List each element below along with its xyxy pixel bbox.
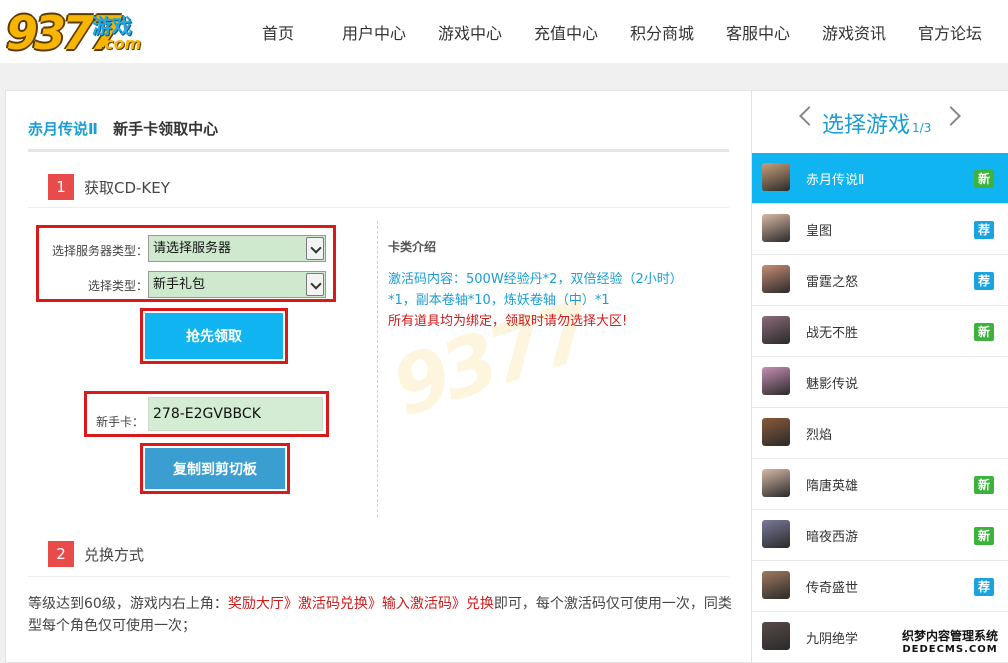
game-avatar — [762, 214, 790, 242]
chevron-down-icon — [306, 273, 324, 296]
card-key-field[interactable]: 278-E2GVBBCK — [148, 397, 323, 431]
new-badge: 新 — [974, 476, 994, 494]
sidebar-item-game[interactable]: 传奇盛世 荐 — [752, 561, 1008, 612]
game-name: 传奇盛世 — [806, 581, 859, 596]
game-avatar — [762, 418, 790, 446]
type-label: 选择类型： — [87, 279, 148, 293]
game-name: 烈焰 — [806, 428, 833, 443]
title-divider — [28, 149, 729, 152]
step-1-header: 1 获取CD-KEY — [48, 174, 170, 200]
site-logo[interactable]: 9377 游戏 .com — [6, 6, 156, 60]
corner-watermark: 织梦内容管理系统 DEDECMS.COM — [898, 627, 1002, 655]
page-subtitle: 新手卡领取中心 — [113, 120, 219, 138]
game-avatar — [762, 316, 790, 344]
game-avatar — [762, 622, 790, 650]
nav-recharge-center[interactable]: 充值中心 — [518, 20, 614, 44]
game-sidebar: 选择游戏 1/3 赤月传说Ⅱ 新皇图荐雷霆之怒荐战无不胜新魅影传说 烈焰 隋唐英雄新暗夜… — [752, 90, 1008, 663]
sidebar-header: 选择游戏 1/3 — [752, 91, 1008, 153]
sidebar-item-game[interactable]: 魅影传说 — [752, 357, 1008, 408]
sidebar-item-game[interactable]: 雷霆之怒 荐 — [752, 255, 1008, 306]
game-list: 赤月传说Ⅱ 新皇图荐雷霆之怒荐战无不胜新魅影传说 烈焰 隋唐英雄新暗夜西游新传奇盛世荐… — [752, 153, 1008, 663]
nav-user-center[interactable]: 用户中心 — [326, 20, 422, 44]
watermark-line: DEDECMS.COM — [902, 644, 998, 655]
step-title: 获取CD-KEY — [84, 178, 170, 197]
nav-game-center[interactable]: 游戏中心 — [422, 20, 518, 44]
game-name: 战无不胜 — [806, 326, 859, 341]
step-number: 1 — [48, 174, 74, 200]
game-name: 皇图 — [806, 224, 833, 239]
card-label: 新手卡： — [95, 415, 144, 429]
game-name: 雷霆之怒 — [806, 275, 859, 290]
sidebar-item-game[interactable]: 隋唐英雄 新 — [752, 459, 1008, 510]
intro-line: *1，副本卷轴*10，炼妖卷轴（中）*1 — [388, 293, 610, 308]
recommend-badge: 荐 — [974, 578, 994, 596]
server-select-value: 请选择服务器 — [153, 241, 232, 256]
claim-button[interactable]: 抢先领取 — [145, 313, 283, 359]
sidebar-page-indicator: 1/3 — [912, 121, 932, 135]
column-divider — [377, 221, 378, 517]
howto-prefix: 等级达到60级，游戏内右上角： — [28, 596, 228, 612]
page-title: 赤月传说Ⅱ 新手卡领取中心 — [28, 118, 218, 139]
chevron-right-icon[interactable] — [941, 106, 961, 126]
game-name: 魅影传说 — [806, 377, 859, 392]
site-header: 9377 游戏 .com 首页 用户中心 游戏中心 充值中心 积分商城 客服中心… — [0, 0, 1008, 63]
sidebar-item-game[interactable]: 暗夜西游 新 — [752, 510, 1008, 561]
new-badge: 新 — [974, 323, 994, 341]
sidebar-item-game[interactable]: 赤月传说Ⅱ 新 — [752, 153, 1008, 204]
nav-home[interactable]: 首页 — [230, 20, 326, 44]
step-2-header: 2 兑换方式 — [48, 541, 144, 567]
nav-forum[interactable]: 官方论坛 — [902, 20, 998, 44]
watermark-line: 织梦内容管理系统 — [901, 629, 998, 643]
main-nav: 首页 用户中心 游戏中心 充值中心 积分商城 客服中心 游戏资讯 官方论坛 — [230, 20, 998, 44]
card-intro-title: 卡类介绍 — [388, 240, 437, 254]
intro-warning: 所有道具均为绑定，领取时请勿选择大区! — [388, 314, 628, 329]
game-avatar — [762, 469, 790, 497]
nav-game-news[interactable]: 游戏资讯 — [806, 20, 902, 44]
intro-line: 激活码内容：500W经验丹*2，双倍经验（2小时） — [388, 272, 683, 287]
type-select[interactable]: 新手礼包 — [148, 271, 326, 298]
server-type-label: 选择服务器类型： — [51, 244, 148, 258]
nav-service-center[interactable]: 客服中心 — [710, 20, 806, 44]
sidebar-item-game[interactable]: 皇图 荐 — [752, 204, 1008, 255]
game-name: 赤月传说Ⅱ — [806, 173, 865, 188]
game-name: 九阴绝学 — [806, 632, 859, 647]
redeem-instructions: 等级达到60级，游戏内右上角：奖励大厅》激活码兑换》输入激活码》兑换即可，每个激… — [28, 593, 734, 637]
step-number: 2 — [48, 541, 74, 567]
chevron-down-icon — [306, 237, 324, 260]
step-1-divider — [28, 207, 729, 208]
game-avatar — [762, 571, 790, 599]
game-name: 暗夜西游 — [806, 530, 859, 545]
new-badge: 新 — [974, 527, 994, 545]
logo-domain: .com — [98, 34, 142, 53]
sidebar-title: 选择游戏 1/3 — [822, 107, 931, 139]
sidebar-item-game[interactable]: 烈焰 — [752, 408, 1008, 459]
nav-points-mall[interactable]: 积分商城 — [614, 20, 710, 44]
step-2-divider — [28, 576, 729, 577]
server-select[interactable]: 请选择服务器 — [148, 235, 326, 262]
sidebar-title-text: 选择游戏 — [822, 113, 911, 138]
new-badge: 新 — [974, 170, 994, 188]
step-title: 兑换方式 — [84, 545, 145, 564]
type-select-value: 新手礼包 — [153, 277, 206, 292]
recommend-badge: 荐 — [974, 221, 994, 239]
game-avatar — [762, 265, 790, 293]
card-intro-text: 激活码内容：500W经验丹*2，双倍经验（2小时） *1，副本卷轴*10，炼妖卷… — [388, 269, 718, 332]
game-avatar — [762, 520, 790, 548]
copy-to-clipboard-button[interactable]: 复制到剪切板 — [145, 448, 285, 489]
howto-path: 奖励大厅》激活码兑换》输入激活码》兑换 — [227, 596, 494, 612]
game-avatar — [762, 163, 790, 191]
game-avatar — [762, 367, 790, 395]
sidebar-item-game[interactable]: 战无不胜 新 — [752, 306, 1008, 357]
recommend-badge: 荐 — [974, 272, 994, 290]
game-name: 赤月传说Ⅱ — [28, 120, 98, 138]
game-name: 隋唐英雄 — [806, 479, 859, 494]
main-panel: 赤月传说Ⅱ 新手卡领取中心 1 获取CD-KEY 选择服务器类型： 请选择服务器… — [5, 90, 752, 663]
chevron-left-icon[interactable] — [799, 106, 819, 126]
